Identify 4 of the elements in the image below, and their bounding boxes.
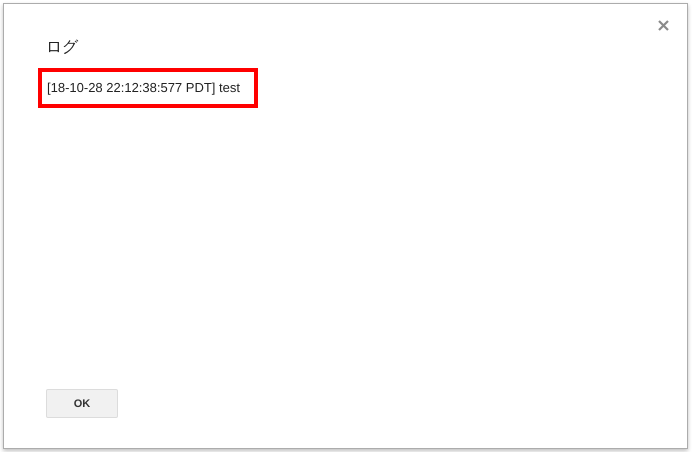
- ok-button[interactable]: OK: [46, 389, 118, 418]
- dialog-title: ログ: [46, 38, 80, 58]
- log-entry: [18-10-28 22:12:38:577 PDT] test: [38, 68, 258, 108]
- close-icon[interactable]: [658, 20, 669, 31]
